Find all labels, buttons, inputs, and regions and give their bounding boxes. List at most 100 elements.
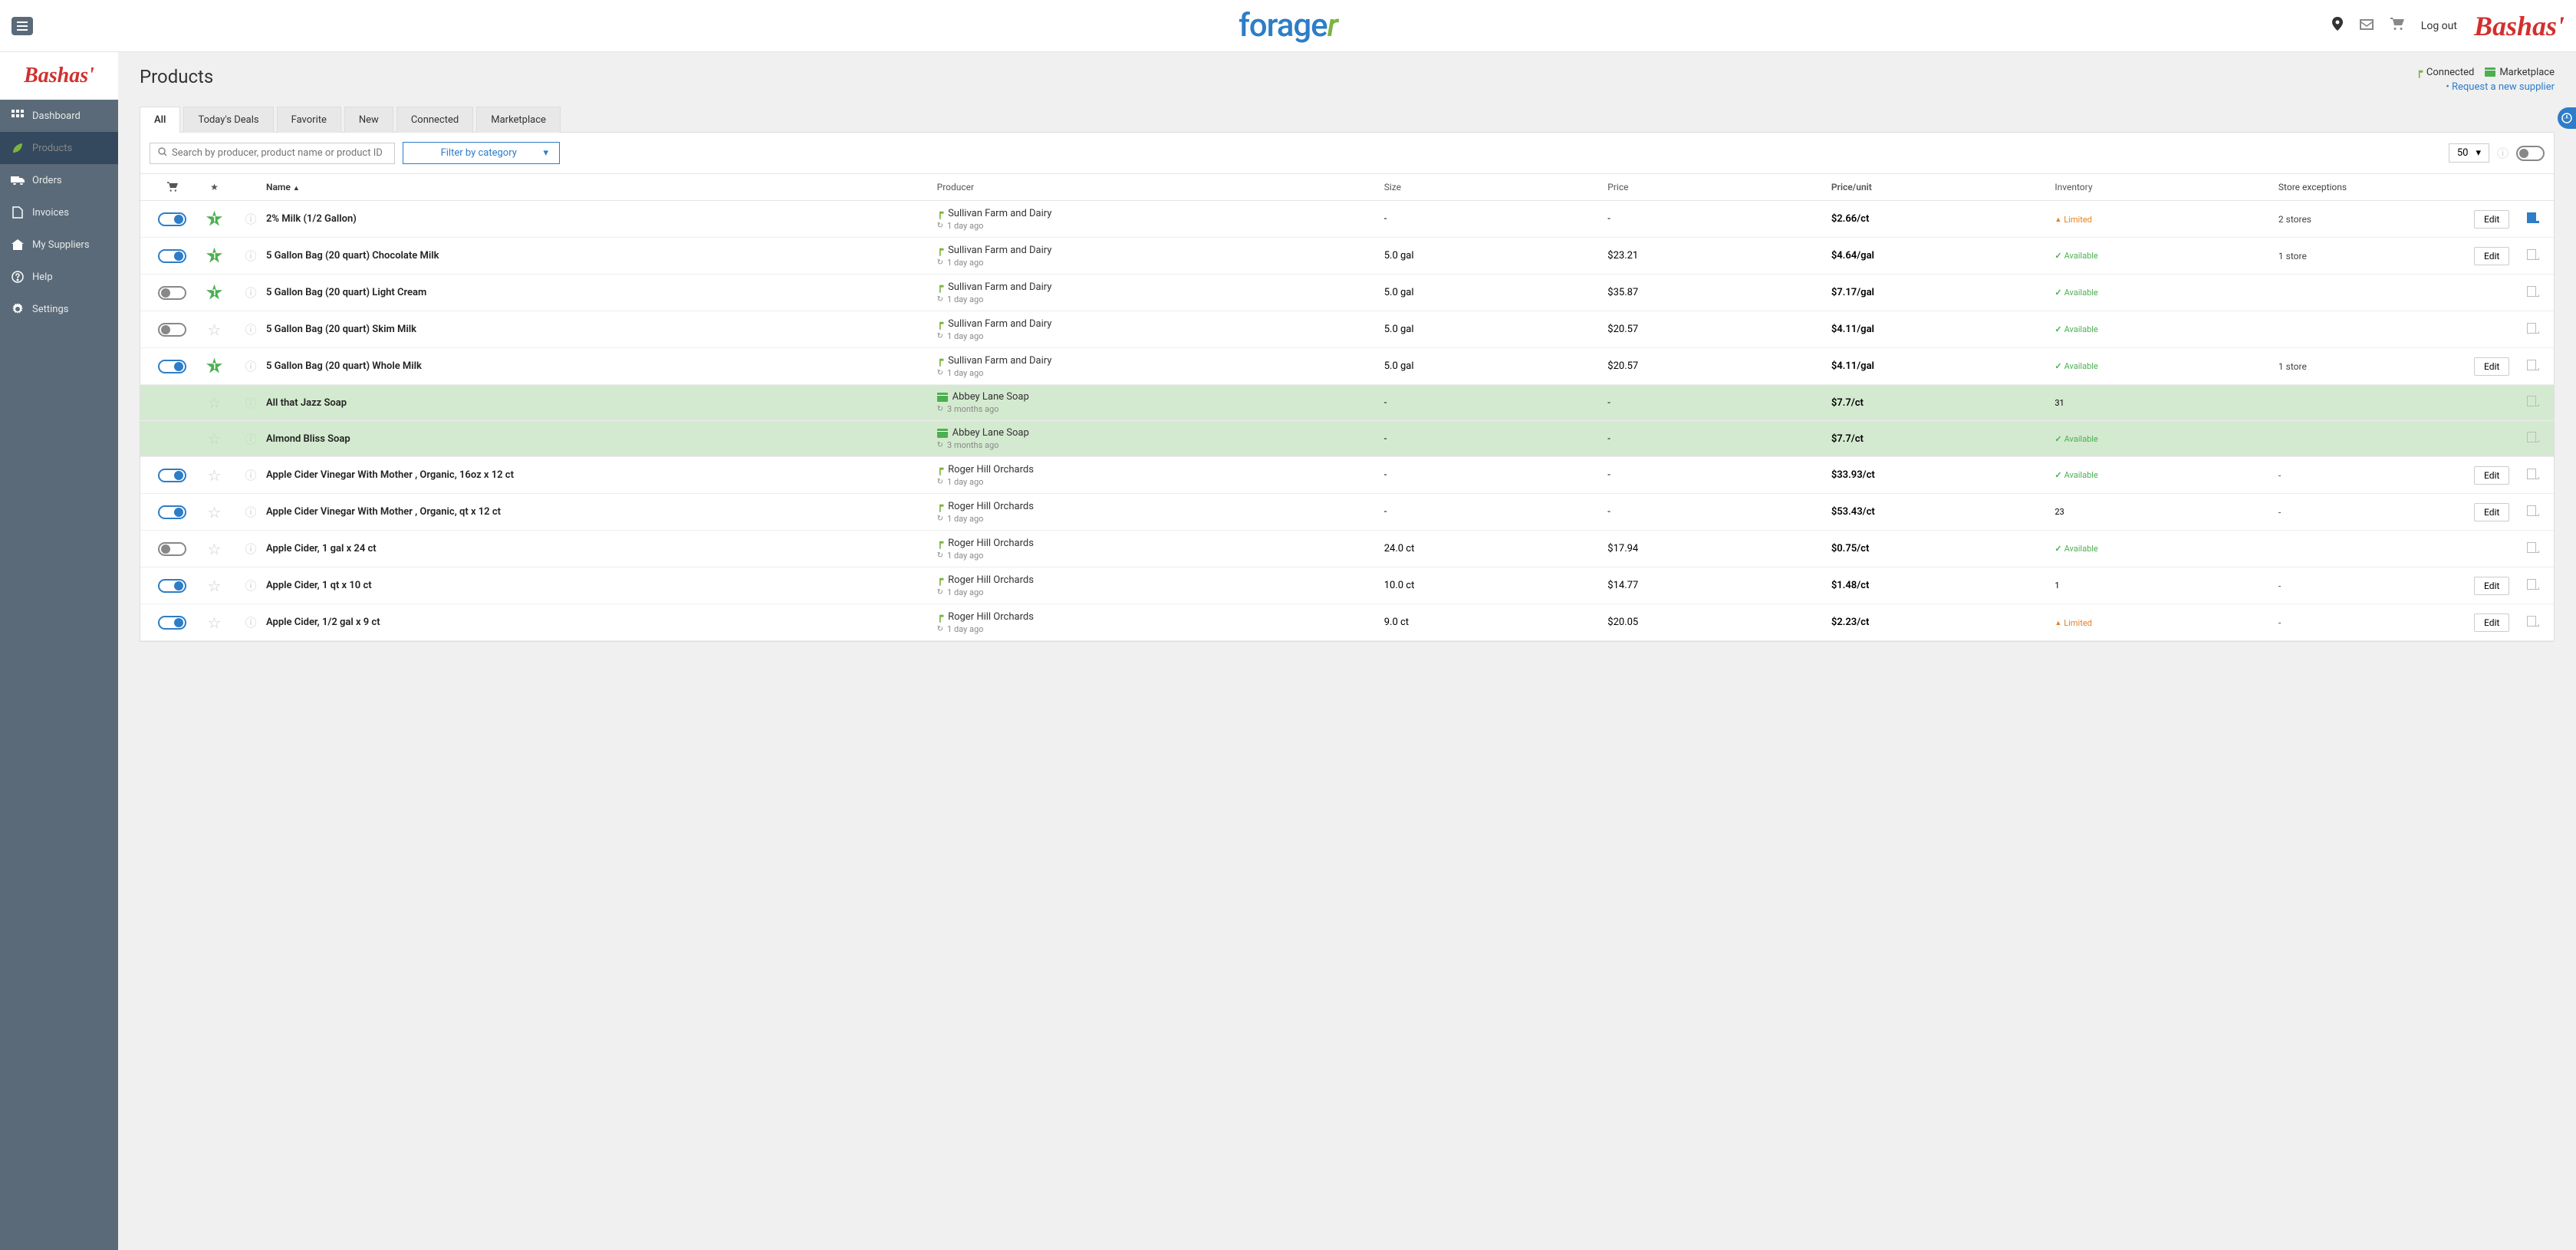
document-icon[interactable] bbox=[2527, 249, 2536, 260]
sidebar-item-dashboard[interactable]: Dashboard bbox=[0, 100, 118, 132]
info-icon[interactable]: ⓘ bbox=[245, 579, 256, 593]
edit-button[interactable]: Edit bbox=[2474, 613, 2509, 632]
col-price[interactable]: Price bbox=[1607, 182, 1831, 192]
sidebar-item-invoices[interactable]: Invoices bbox=[0, 196, 118, 229]
edit-button[interactable]: Edit bbox=[2474, 466, 2509, 485]
search-input[interactable] bbox=[172, 147, 387, 159]
document-icon[interactable] bbox=[2527, 579, 2536, 590]
star-empty-icon[interactable]: ☆ bbox=[208, 429, 222, 448]
star-filled-icon[interactable]: 1 bbox=[206, 248, 223, 265]
star-empty-icon[interactable]: ☆ bbox=[208, 577, 222, 595]
global-toggle[interactable] bbox=[2516, 146, 2545, 161]
sidebar-item-products[interactable]: Products bbox=[0, 132, 118, 164]
producer-name[interactable]: ┍Sullivan Farm and Dairy bbox=[937, 281, 1384, 293]
filter-category-dropdown[interactable]: Filter by category ▾ bbox=[403, 142, 560, 164]
tab-today-s-deals[interactable]: Today's Deals bbox=[183, 107, 273, 133]
col-priceunit[interactable]: Price/unit bbox=[1831, 182, 2055, 192]
col-exceptions[interactable]: Store exceptions bbox=[2278, 182, 2474, 192]
col-cart-icon[interactable] bbox=[151, 182, 193, 192]
star-empty-icon[interactable]: ☆ bbox=[208, 393, 222, 412]
info-icon[interactable]: ⓘ bbox=[245, 360, 256, 373]
producer-name[interactable]: ┍Sullivan Farm and Dairy bbox=[937, 354, 1384, 367]
tab-favorite[interactable]: Favorite bbox=[277, 107, 341, 133]
page-size-selector[interactable]: 50 ▾ bbox=[2449, 143, 2489, 163]
document-icon[interactable] bbox=[2527, 396, 2536, 406]
star-filled-icon[interactable]: 1 bbox=[206, 285, 223, 301]
producer-name[interactable]: ┍Roger Hill Orchards bbox=[937, 574, 1384, 586]
info-icon[interactable]: ⓘ bbox=[245, 505, 256, 519]
sidebar-item-settings[interactable]: Settings bbox=[0, 293, 118, 325]
producer-name[interactable]: ┍Sullivan Farm and Dairy bbox=[937, 207, 1384, 219]
tab-all[interactable]: All bbox=[140, 107, 180, 133]
producer-name[interactable]: Abbey Lane Soap bbox=[937, 427, 1384, 439]
star-empty-icon[interactable]: ☆ bbox=[208, 466, 222, 485]
star-empty-icon[interactable]: ☆ bbox=[208, 613, 222, 632]
producer-name[interactable]: ┍Sullivan Farm and Dairy bbox=[937, 244, 1384, 256]
document-icon[interactable] bbox=[2527, 360, 2536, 370]
producer-name[interactable]: ┍Roger Hill Orchards bbox=[937, 537, 1384, 549]
search-box[interactable] bbox=[150, 143, 395, 164]
info-icon[interactable]: ⓘ bbox=[245, 433, 256, 446]
info-icon[interactable]: ⓘ bbox=[245, 616, 256, 630]
product-name[interactable]: 2% Milk (1/2 Gallon) bbox=[266, 213, 937, 225]
product-name[interactable]: Apple Cider, 1 gal x 24 ct bbox=[266, 543, 937, 554]
producer-name[interactable]: ┍Roger Hill Orchards bbox=[937, 500, 1384, 512]
document-icon[interactable] bbox=[2527, 616, 2536, 627]
sidebar-item-orders[interactable]: Orders bbox=[0, 164, 118, 196]
edit-button[interactable]: Edit bbox=[2474, 577, 2509, 595]
col-size[interactable]: Size bbox=[1384, 182, 1608, 192]
row-toggle[interactable] bbox=[158, 542, 186, 556]
row-toggle[interactable] bbox=[158, 360, 186, 373]
document-icon[interactable] bbox=[2527, 505, 2536, 516]
product-name[interactable]: 5 Gallon Bag (20 quart) Skim Milk bbox=[266, 324, 937, 335]
info-icon[interactable]: ⓘ bbox=[245, 286, 256, 300]
document-icon[interactable] bbox=[2527, 323, 2536, 334]
tab-new[interactable]: New bbox=[344, 107, 393, 133]
row-toggle[interactable] bbox=[158, 469, 186, 482]
edit-button[interactable]: Edit bbox=[2474, 210, 2509, 229]
info-icon[interactable]: ⓘ bbox=[245, 212, 256, 226]
document-icon[interactable] bbox=[2527, 212, 2536, 223]
product-name[interactable]: 5 Gallon Bag (20 quart) Light Cream bbox=[266, 287, 937, 298]
mail-icon[interactable] bbox=[2360, 18, 2374, 34]
product-name[interactable]: Apple Cider Vinegar With Mother , Organi… bbox=[266, 506, 937, 518]
producer-name[interactable]: ┍Roger Hill Orchards bbox=[937, 463, 1384, 475]
tab-connected[interactable]: Connected bbox=[396, 107, 473, 133]
producer-name[interactable]: Abbey Lane Soap bbox=[937, 391, 1384, 403]
logout-link[interactable]: Log out bbox=[2421, 20, 2457, 32]
row-toggle[interactable] bbox=[158, 249, 186, 263]
edit-button[interactable]: Edit bbox=[2474, 503, 2509, 521]
document-icon[interactable] bbox=[2527, 432, 2536, 442]
tab-marketplace[interactable]: Marketplace bbox=[476, 107, 561, 133]
producer-name[interactable]: ┍Roger Hill Orchards bbox=[937, 610, 1384, 623]
edit-button[interactable]: Edit bbox=[2474, 357, 2509, 376]
document-icon[interactable] bbox=[2527, 542, 2536, 553]
sidebar-item-help[interactable]: Help bbox=[0, 261, 118, 293]
col-inventory[interactable]: Inventory bbox=[2055, 182, 2278, 192]
info-icon[interactable]: ⓘ bbox=[245, 469, 256, 482]
document-icon[interactable] bbox=[2527, 469, 2536, 479]
info-icon[interactable]: ⓘ bbox=[245, 323, 256, 337]
star-empty-icon[interactable]: ☆ bbox=[208, 503, 222, 521]
info-icon[interactable]: ⓘ bbox=[245, 396, 256, 410]
star-filled-icon[interactable]: 1 bbox=[206, 211, 223, 228]
help-float-button[interactable] bbox=[2558, 107, 2576, 129]
menu-toggle[interactable] bbox=[12, 17, 33, 35]
product-name[interactable]: Apple Cider Vinegar With Mother , Organi… bbox=[266, 469, 937, 481]
product-name[interactable]: All that Jazz Soap bbox=[266, 397, 937, 409]
star-filled-icon[interactable]: 1 bbox=[206, 358, 223, 375]
col-producer[interactable]: Producer bbox=[937, 182, 1384, 192]
row-toggle[interactable] bbox=[158, 616, 186, 630]
sidebar-item-my-suppliers[interactable]: My Suppliers bbox=[0, 229, 118, 261]
row-toggle[interactable] bbox=[158, 286, 186, 300]
product-name[interactable]: Apple Cider, 1 qt x 10 ct bbox=[266, 580, 937, 591]
cart-icon[interactable] bbox=[2390, 18, 2404, 34]
producer-name[interactable]: ┍Sullivan Farm and Dairy bbox=[937, 317, 1384, 330]
product-name[interactable]: Apple Cider, 1/2 gal x 9 ct bbox=[266, 617, 937, 628]
row-toggle[interactable] bbox=[158, 579, 186, 593]
row-toggle[interactable] bbox=[158, 323, 186, 337]
info-icon[interactable]: ⓘ bbox=[245, 542, 256, 556]
product-name[interactable]: Almond Bliss Soap bbox=[266, 433, 937, 445]
product-name[interactable]: 5 Gallon Bag (20 quart) Whole Milk bbox=[266, 360, 937, 372]
location-icon[interactable] bbox=[2332, 17, 2343, 35]
